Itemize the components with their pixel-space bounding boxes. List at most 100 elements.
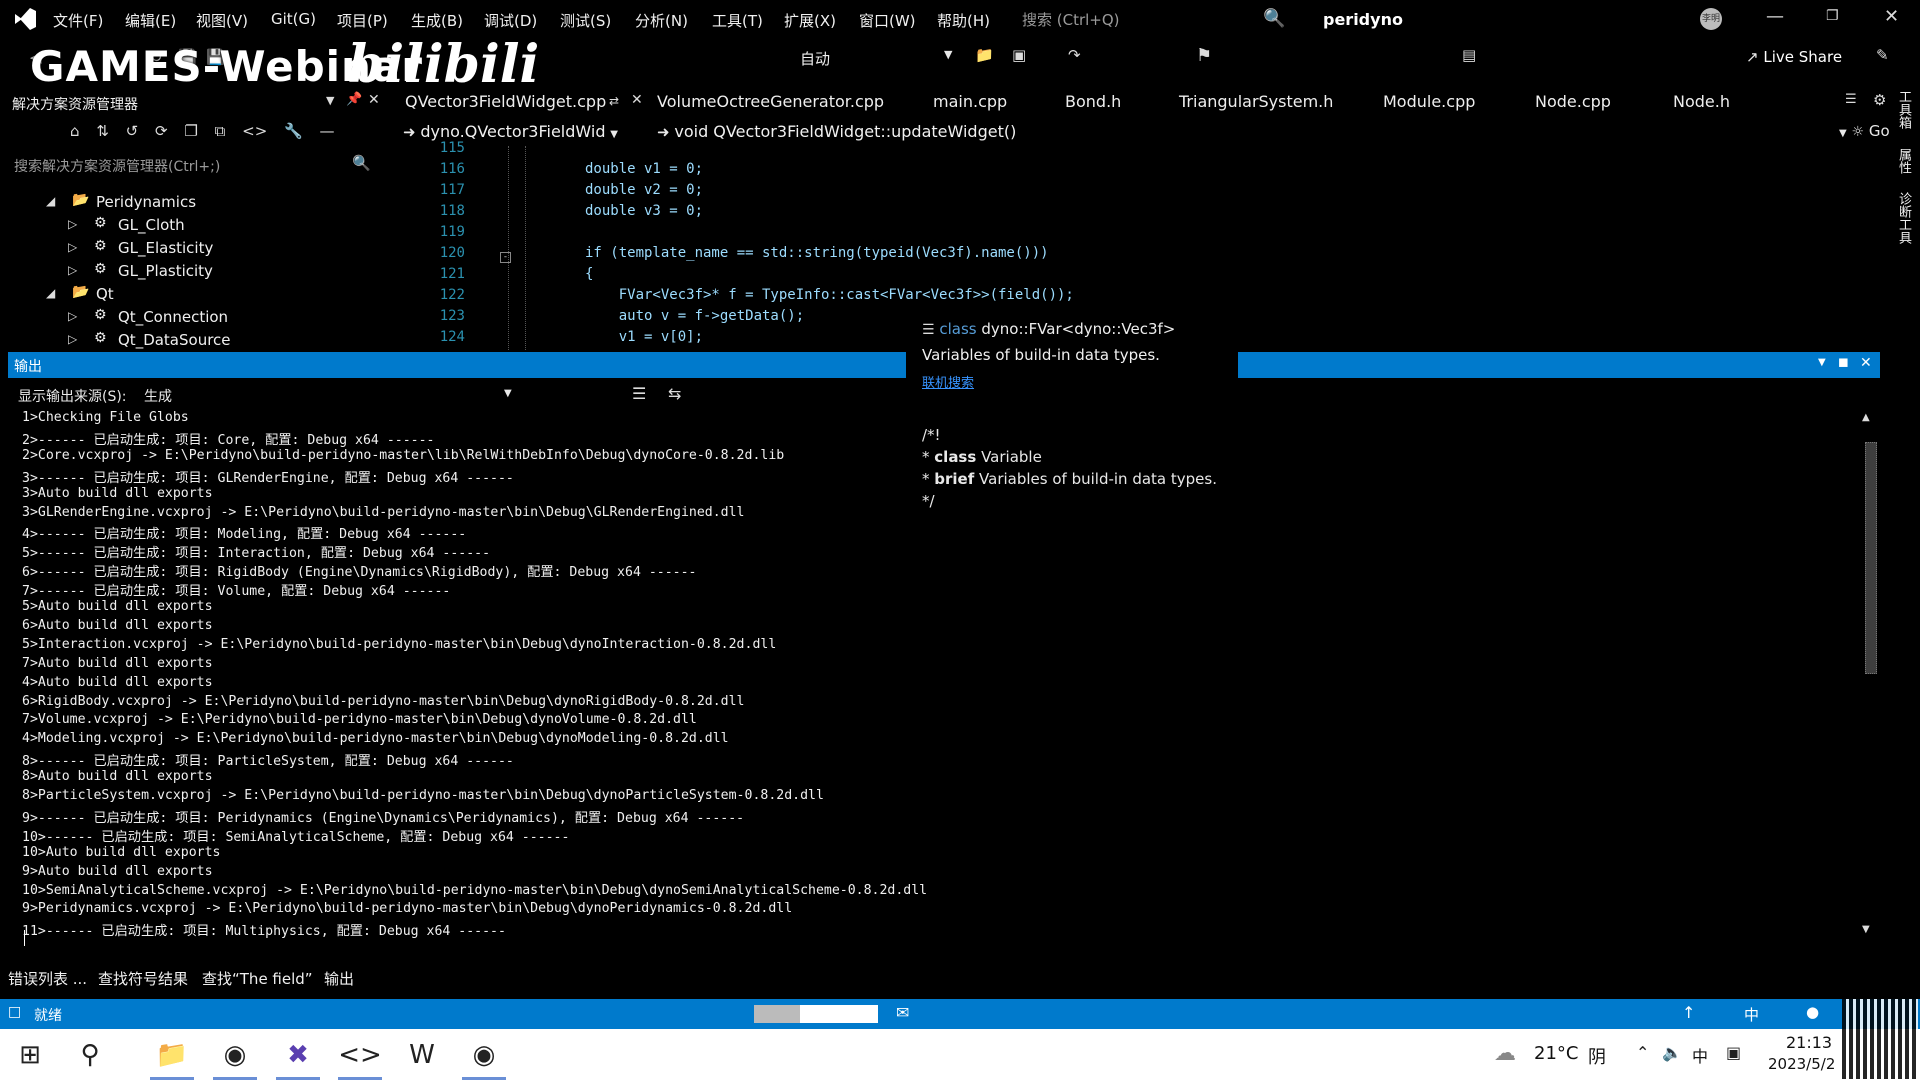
collapsed-arrow-icon[interactable]: ▷: [68, 217, 78, 231]
up-arrow-icon[interactable]: ↑: [1682, 1003, 1695, 1022]
editor-tab[interactable]: Node.cpp: [1535, 92, 1611, 111]
editor-tab[interactable]: Module.cpp: [1383, 92, 1475, 111]
home-icon[interactable]: ⌂: [70, 122, 80, 140]
collapsed-arrow-icon[interactable]: ▷: [68, 332, 78, 346]
obs-icon[interactable]: ◉: [462, 1035, 506, 1075]
menu-item[interactable]: 工具(T): [712, 10, 763, 31]
bottom-tab[interactable]: 输出: [324, 968, 354, 989]
preview-icon[interactable]: —: [320, 122, 335, 140]
network-icon[interactable]: ▣: [1726, 1043, 1741, 1062]
visual-studio-logo-icon[interactable]: [12, 6, 38, 32]
pin-icon[interactable]: 📌: [346, 92, 362, 107]
switch-view-icon[interactable]: ⇅: [96, 122, 109, 140]
menu-item[interactable]: 分析(N): [635, 10, 688, 31]
close-icon[interactable]: ✕: [1860, 355, 1872, 371]
wps-icon[interactable]: W: [400, 1035, 444, 1075]
expanded-arrow-icon[interactable]: ◢: [46, 194, 56, 208]
bottom-tab[interactable]: 错误列表 ...: [8, 968, 87, 989]
output-source-select[interactable]: 生成 ▼: [144, 386, 514, 406]
menu-item[interactable]: 项目(P): [337, 10, 388, 31]
gear-icon[interactable]: ⚙: [1873, 91, 1886, 109]
menu-item[interactable]: 文件(F): [53, 10, 103, 31]
bookmark-icon[interactable]: ⚑: [1196, 45, 1212, 66]
vscode-icon[interactable]: <>: [338, 1035, 382, 1075]
editor-tab[interactable]: Bond.h: [1065, 92, 1121, 111]
code-editor[interactable]: - 115 116 double v1 = 0; 117 double v2 = 0; 1…: [395, 140, 1074, 350]
step-icon[interactable]: ↷: [1068, 46, 1081, 64]
weather-icon[interactable]: ☁: [1494, 1041, 1516, 1066]
search-icon[interactable]: ⚲: [68, 1035, 112, 1075]
microphone-icon[interactable]: ●: [1806, 1003, 1819, 1021]
bottom-tab[interactable]: 查找符号结果: [98, 968, 188, 989]
editor-tab[interactable]: main.cpp: [933, 92, 1007, 111]
go-button[interactable]: ▼ ☼ Go: [1839, 122, 1890, 140]
tab-overflow-icon[interactable]: ☰: [1845, 92, 1857, 107]
copy-icon[interactable]: ⧉: [215, 122, 226, 140]
ime-indicator[interactable]: 中: [1692, 1043, 1708, 1067]
chevron-down-icon[interactable]: ▼: [1818, 357, 1826, 368]
clock-time[interactable]: 21:13: [1786, 1033, 1832, 1052]
side-tab[interactable]: 属性: [1894, 148, 1913, 174]
chevron-up-icon[interactable]: ⌃: [1636, 1043, 1649, 1062]
close-icon[interactable]: ✕: [368, 92, 380, 108]
scroll-down-icon[interactable]: ▼: [1862, 924, 1870, 935]
output-scrollbar[interactable]: ▲ ▼: [1862, 412, 1877, 935]
folder-icon[interactable]: 📁: [975, 46, 994, 64]
scope-class-dropdown[interactable]: ➜ dyno.QVector3FieldWid ▼: [403, 122, 618, 141]
expanded-arrow-icon[interactable]: ◢: [46, 286, 56, 300]
menu-item[interactable]: 生成(B): [411, 10, 463, 31]
tab-close-icon[interactable]: ✕: [631, 92, 643, 108]
menu-item[interactable]: Git(G): [271, 10, 316, 28]
live-share-button[interactable]: ↗ Live Share: [1746, 48, 1842, 66]
wrench-icon[interactable]: 🔧: [284, 122, 303, 140]
diagnostics-icon[interactable]: ▤: [1462, 46, 1476, 64]
volume-icon[interactable]: 🔈: [1662, 1043, 1682, 1062]
ime-indicator[interactable]: 中: [1744, 1004, 1759, 1025]
editor-tab[interactable]: Node.h: [1673, 92, 1730, 111]
minimize-icon[interactable]: —: [1766, 6, 1784, 27]
side-tab[interactable]: 诊断工具: [1894, 192, 1913, 244]
chevron-down-icon[interactable]: ▼: [326, 94, 334, 107]
feedback-icon[interactable]: ✎: [1876, 46, 1889, 64]
close-icon[interactable]: ✕: [1884, 6, 1899, 27]
menu-item[interactable]: 编辑(E): [125, 10, 176, 31]
windows-start-icon[interactable]: ⊞: [8, 1035, 52, 1075]
code-icon[interactable]: <>: [242, 122, 267, 140]
clock-date[interactable]: 2023/5/2: [1768, 1055, 1835, 1073]
menu-item[interactable]: 视图(V): [196, 10, 248, 31]
visual-studio-icon[interactable]: ✖: [276, 1035, 320, 1075]
config-dropdown[interactable]: 自动 ▼: [800, 48, 960, 69]
menu-item[interactable]: 测试(S): [560, 10, 611, 31]
notification-icon[interactable]: ✉: [896, 1003, 909, 1022]
word-wrap-icon[interactable]: ⇆: [668, 384, 681, 403]
scroll-thumb[interactable]: [1865, 442, 1877, 674]
collapsed-arrow-icon[interactable]: ▷: [68, 263, 78, 277]
history-icon[interactable]: ↺: [126, 122, 139, 140]
scope-method-dropdown[interactable]: ➜ void QVector3FieldWidget::updateWidget…: [657, 122, 1016, 141]
menu-item[interactable]: 帮助(H): [937, 10, 990, 31]
search-icon[interactable]: 🔍: [352, 154, 371, 172]
find-message-icon[interactable]: ☰: [632, 384, 646, 403]
tab-pin-icon[interactable]: ⇄: [609, 94, 619, 108]
chrome-icon[interactable]: ◉: [213, 1035, 257, 1075]
pin-icon[interactable]: ◼: [1838, 355, 1849, 370]
restore-icon[interactable]: ❐: [1826, 8, 1839, 24]
collapse-icon[interactable]: ❐: [184, 122, 197, 140]
collapse-toggle[interactable]: -: [500, 252, 511, 263]
file-explorer-icon[interactable]: 📁: [150, 1035, 194, 1075]
editor-tab[interactable]: QVector3FieldWidget.cpp: [405, 92, 606, 111]
search-input[interactable]: 搜索 (Ctrl+Q): [1010, 8, 1282, 32]
collapsed-arrow-icon[interactable]: ▷: [68, 309, 78, 323]
editor-tab[interactable]: VolumeOctreeGenerator.cpp: [657, 92, 884, 111]
sync-icon[interactable]: ⟳: [155, 122, 168, 140]
camera-icon[interactable]: ▣: [1012, 46, 1026, 64]
menu-item[interactable]: 扩展(X): [784, 10, 836, 31]
side-tab[interactable]: 工具箱: [1894, 90, 1913, 129]
menu-item[interactable]: 窗口(W): [859, 10, 916, 31]
avatar[interactable]: 李明: [1700, 8, 1722, 30]
bottom-tab[interactable]: 查找“The field”: [202, 968, 313, 989]
scroll-up-icon[interactable]: ▲: [1862, 412, 1870, 423]
collapsed-arrow-icon[interactable]: ▷: [68, 240, 78, 254]
explorer-search-input[interactable]: 搜索解决方案资源管理器(Ctrl+;): [14, 156, 220, 176]
editor-tab[interactable]: TriangularSystem.h: [1179, 92, 1333, 111]
